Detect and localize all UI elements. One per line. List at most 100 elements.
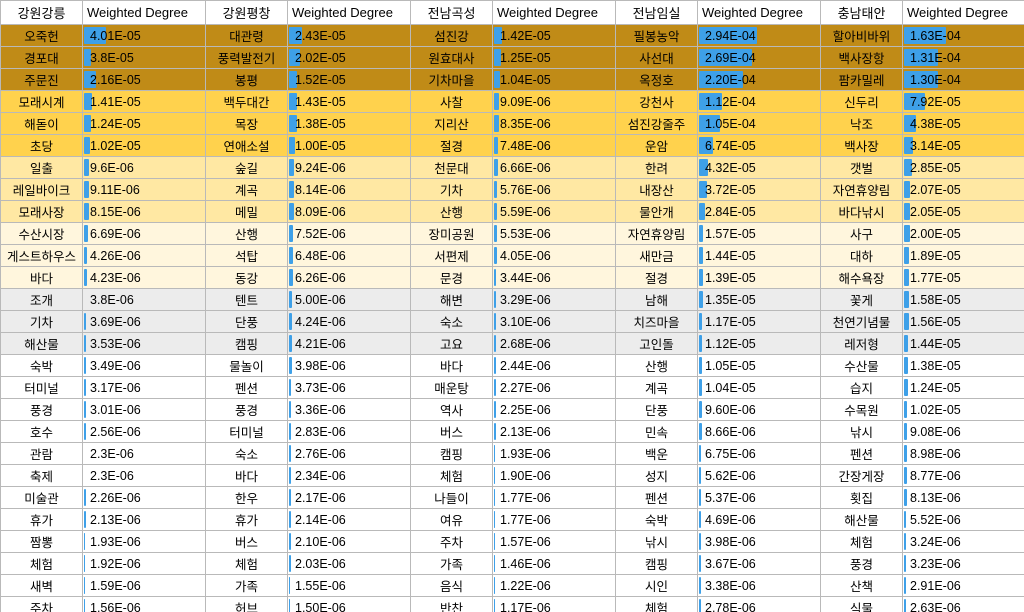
column-header-region-2: 전남곡성: [410, 0, 493, 25]
cell-keyword: 주차: [0, 596, 83, 612]
cell-keyword: 목장: [205, 112, 288, 135]
cell-value-text: 1.04E-05: [500, 72, 551, 87]
cell-weighted-degree: 1.93E-06: [492, 442, 616, 465]
cell-weighted-degree: 2.17E-06: [287, 486, 411, 509]
cell-keyword: 텐트: [205, 288, 288, 311]
cell-keyword: 고요: [410, 332, 493, 355]
spreadsheet-table-container: 강원강릉 Weighted Degree 강원평창 Weighted Degre…: [0, 0, 1024, 612]
cell-value-text: 2.13E-06: [90, 512, 141, 527]
cell-keyword: 터미널: [0, 376, 83, 399]
cell-weighted-degree: 2.3E-06: [82, 442, 206, 465]
cell-value-text: 1.05E-05: [705, 358, 756, 373]
cell-keyword: 섬진강: [410, 24, 493, 47]
cell-value-text: 9.11E-06: [90, 182, 140, 197]
data-bar: [494, 269, 496, 286]
cell-keyword: 계곡: [205, 178, 288, 201]
table-row: 모래시계 1.41E-05 백두대간 1.43E-05 사찰 9.09E-06 강천사 1.1…: [0, 90, 1024, 113]
cell-value-text: 2.69E-04: [705, 50, 756, 65]
cell-keyword: 수산물: [820, 354, 903, 377]
cell-keyword: 레저형: [820, 332, 903, 355]
cell-keyword: 팜카밀레: [820, 68, 903, 91]
cell-weighted-degree: 4.26E-06: [82, 244, 206, 267]
cell-value-text: 8.09E-06: [295, 204, 346, 219]
cell-weighted-degree: 2.43E-05: [287, 24, 411, 47]
cell-weighted-degree: 1.90E-06: [492, 464, 616, 487]
cell-weighted-degree: 2.56E-06: [82, 420, 206, 443]
cell-value-text: 1.00E-05: [295, 138, 346, 153]
cell-weighted-degree: 2.84E-05: [697, 200, 821, 223]
cell-value-text: 3.10E-06: [500, 314, 551, 329]
cell-value-text: 1.24E-05: [910, 380, 961, 395]
cell-value-text: 1.93E-06: [500, 446, 551, 461]
cell-keyword: 성지: [615, 464, 698, 487]
cell-keyword: 풍력발전기: [205, 46, 288, 69]
cell-weighted-degree: 1.17E-05: [697, 310, 821, 333]
cell-weighted-degree: 4.24E-06: [287, 310, 411, 333]
data-bar: [904, 533, 906, 550]
cell-value-text: 3.38E-06: [705, 578, 756, 593]
data-bar: [904, 577, 906, 594]
data-bar: [494, 467, 495, 484]
cell-value-text: 1.31E-04: [910, 50, 961, 65]
cell-value-text: 6.48E-06: [295, 248, 346, 263]
cell-value-text: 1.02E-05: [90, 138, 141, 153]
cell-weighted-degree: 6.26E-06: [287, 266, 411, 289]
data-bar: [699, 467, 701, 484]
cell-keyword: 습지: [820, 376, 903, 399]
cell-keyword: 캠핑: [205, 332, 288, 355]
cell-weighted-degree: 5.52E-06: [902, 508, 1024, 531]
cell-weighted-degree: 2.68E-06: [492, 332, 616, 355]
data-bar: [289, 401, 291, 418]
cell-value-text: 2.03E-06: [295, 556, 346, 571]
cell-value-text: 2.91E-06: [910, 578, 961, 593]
cell-weighted-degree: 3.8E-06: [82, 288, 206, 311]
cell-value-text: 1.90E-06: [500, 468, 551, 483]
cell-keyword: 사찰: [410, 90, 493, 113]
data-bar: [494, 511, 495, 528]
cell-keyword: 치즈마을: [615, 310, 698, 333]
cell-weighted-degree: 4.38E-05: [902, 112, 1024, 135]
cell-weighted-degree: 3.73E-06: [287, 376, 411, 399]
cell-keyword: 계곡: [615, 376, 698, 399]
table-row: 숙박 3.49E-06 물놀이 3.98E-06 바다 2.44E-06 산행 1.05E-0…: [0, 354, 1024, 377]
cell-value-text: 5.37E-06: [705, 490, 756, 505]
cell-value-text: 4.01E-05: [90, 28, 141, 43]
cell-weighted-degree: 1.52E-05: [287, 68, 411, 91]
cell-value-text: 1.58E-05: [910, 292, 961, 307]
cell-value-text: 8.77E-06: [910, 468, 961, 483]
cell-weighted-degree: 3.36E-06: [287, 398, 411, 421]
cell-weighted-degree: 2.00E-05: [902, 222, 1024, 245]
cell-keyword: 기차마을: [410, 68, 493, 91]
cell-weighted-degree: 9.24E-06: [287, 156, 411, 179]
data-bar: [84, 423, 86, 440]
cell-keyword: 사선대: [615, 46, 698, 69]
cell-weighted-degree: 1.57E-05: [697, 222, 821, 245]
cell-value-text: 2.44E-06: [500, 358, 551, 373]
cell-keyword: 새만금: [615, 244, 698, 267]
cell-keyword: 한려: [615, 156, 698, 179]
cell-value-text: 1.38E-05: [910, 358, 961, 373]
cell-value-text: 2.94E-04: [705, 28, 756, 43]
cell-value-text: 1.56E-05: [910, 314, 961, 329]
data-bar: [84, 599, 85, 612]
cell-keyword: 주차: [410, 530, 493, 553]
cell-keyword: 천문대: [410, 156, 493, 179]
cell-value-text: 3.36E-06: [295, 402, 346, 417]
cell-keyword: 터미널: [205, 420, 288, 443]
data-bar: [289, 533, 291, 550]
cell-value-text: 1.12E-04: [705, 94, 756, 109]
cell-keyword: 절경: [410, 134, 493, 157]
cell-keyword: 펜션: [205, 376, 288, 399]
cell-keyword: 민속: [615, 420, 698, 443]
data-bar: [699, 599, 701, 612]
cell-weighted-degree: 8.98E-06: [902, 442, 1024, 465]
cell-weighted-degree: 3.23E-06: [902, 552, 1024, 575]
table-row: 주문진 2.16E-05 봉평 1.52E-05 기차마을 1.04E-05 옥정호 2.20…: [0, 68, 1024, 91]
cell-value-text: 4.69E-06: [705, 512, 756, 527]
cell-keyword: 문경: [410, 266, 493, 289]
cell-keyword: 대하: [820, 244, 903, 267]
cell-value-text: 1.41E-05: [90, 94, 141, 109]
data-bar: [494, 291, 496, 308]
cell-weighted-degree: 1.59E-06: [82, 574, 206, 597]
cell-weighted-degree: 1.39E-05: [697, 266, 821, 289]
